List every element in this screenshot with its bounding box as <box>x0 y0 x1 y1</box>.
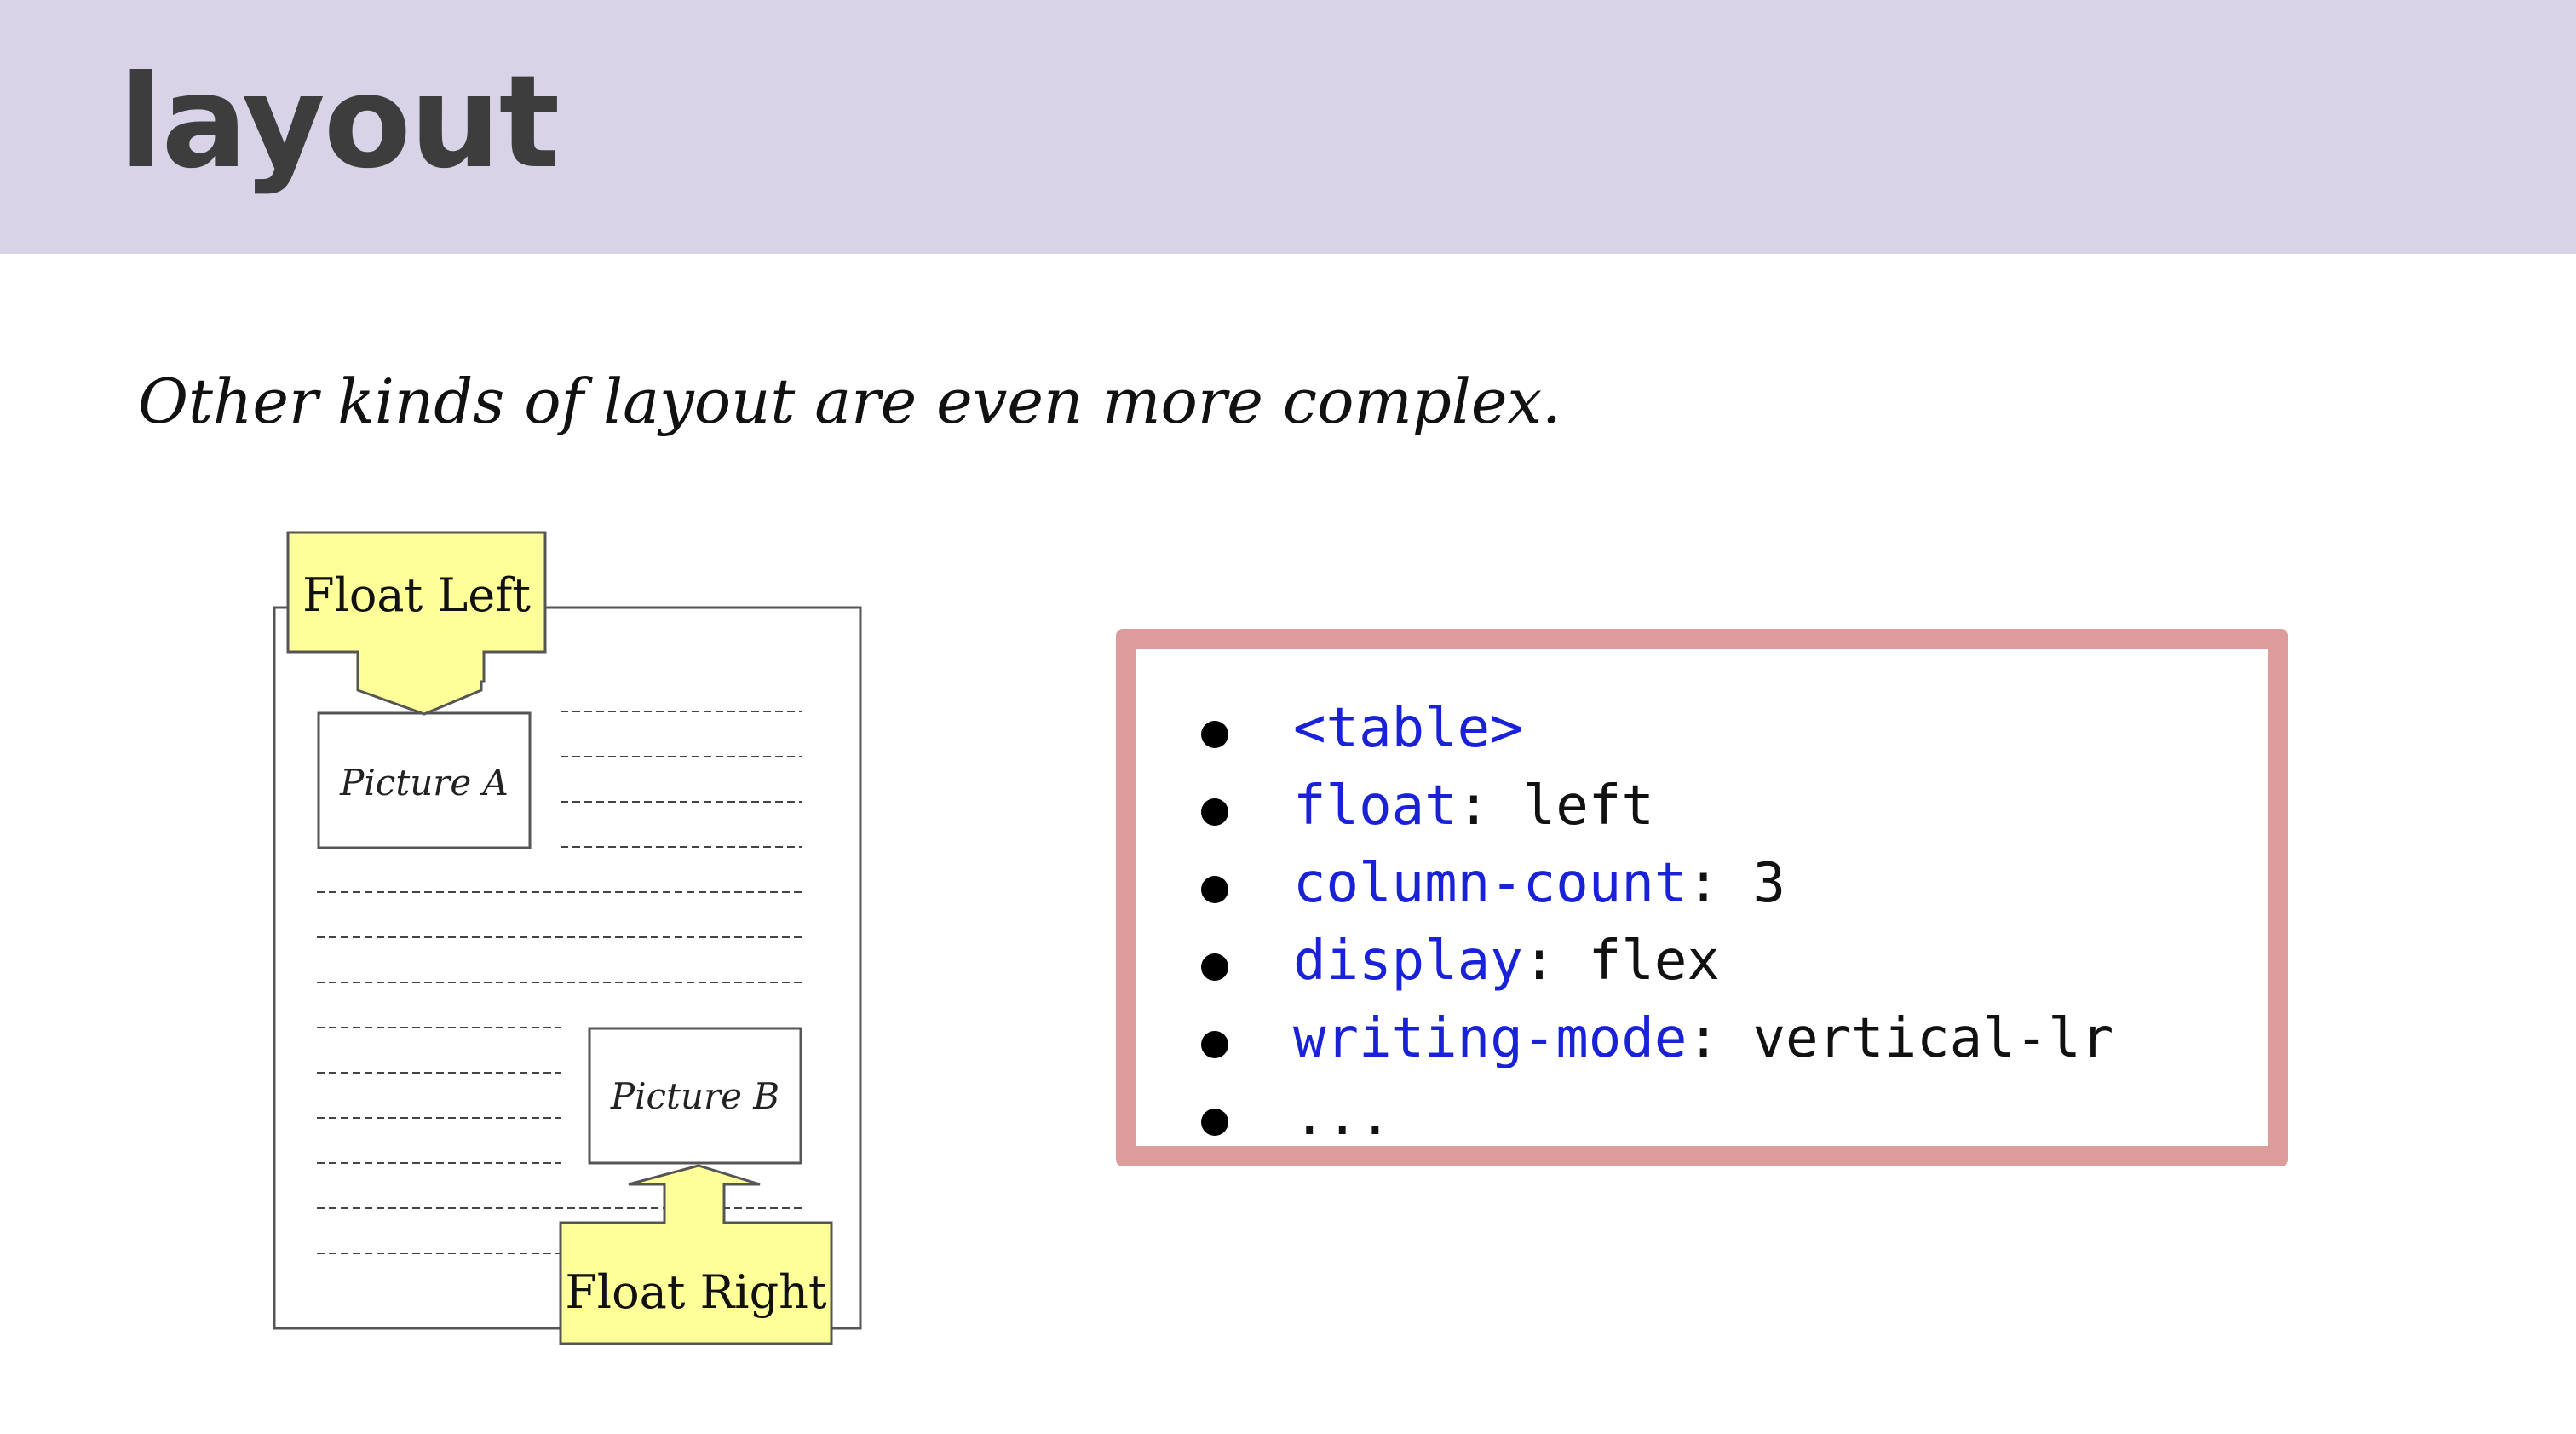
bullet-icon <box>1201 721 1228 748</box>
code-keyword: writing-mode <box>1293 1007 1688 1070</box>
css-properties-box: <table> float: left column-count: 3 disp… <box>1116 629 2288 1166</box>
list-item: float: left <box>1196 768 2113 845</box>
code-keyword: column-count <box>1293 852 1688 915</box>
css-properties-list: <table> float: left column-count: 3 disp… <box>1196 690 2113 1155</box>
picture-b-label: Picture B <box>610 1075 779 1117</box>
bullet-icon <box>1201 876 1228 903</box>
float-right-label: Float Right <box>565 1265 827 1319</box>
slide-title: layout <box>119 49 560 197</box>
float-layout-diagram: Picture A Picture B Float Left Float Rig… <box>264 524 877 1350</box>
list-item: column-count: 3 <box>1196 845 2113 923</box>
code-value: : flex <box>1522 930 1720 993</box>
code-value: : left <box>1457 775 1654 838</box>
list-item: ... <box>1196 1078 2113 1155</box>
code-value: : 3 <box>1687 852 1785 915</box>
bullet-icon <box>1201 1109 1228 1136</box>
slide-header: layout <box>0 0 2576 254</box>
bullet-icon <box>1201 953 1228 981</box>
list-item: display: flex <box>1196 923 2113 1000</box>
list-item: writing-mode: vertical-lr <box>1196 1000 2113 1078</box>
list-item: <table> <box>1196 690 2113 768</box>
bullet-icon <box>1201 1031 1228 1058</box>
code-keyword: <table> <box>1293 697 1523 760</box>
code-value: ... <box>1293 1085 1392 1148</box>
code-keyword: float <box>1293 775 1458 838</box>
slide-subtitle: Other kinds of layout are even more comp… <box>138 366 1561 437</box>
float-left-label: Float Left <box>302 568 531 622</box>
code-value: : vertical-lr <box>1687 1007 2114 1070</box>
bullet-icon <box>1201 798 1228 826</box>
picture-a-label: Picture A <box>339 762 509 803</box>
code-keyword: display <box>1293 930 1523 993</box>
